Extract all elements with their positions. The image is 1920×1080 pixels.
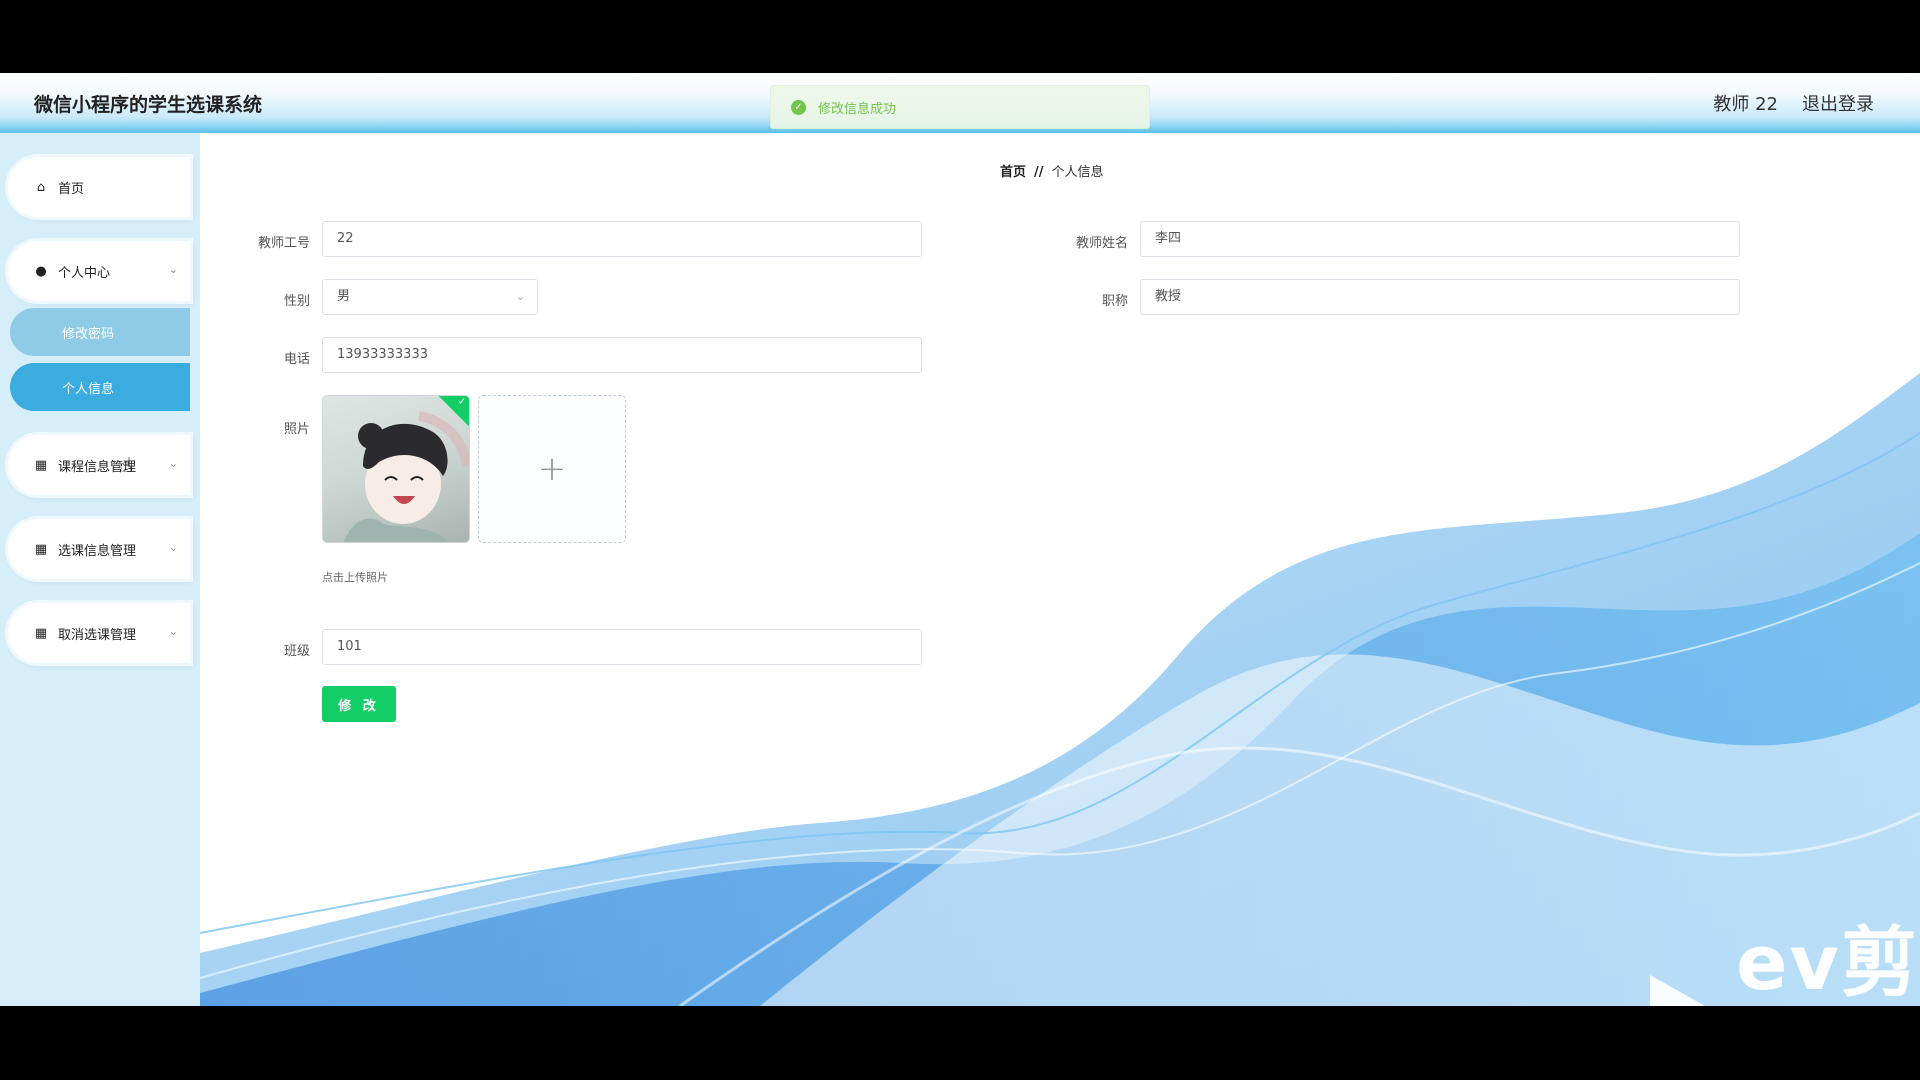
sidebar-item-label: 取消选课管理 [58, 627, 137, 643]
watermark-text: ev剪辑 [1736, 918, 1920, 1006]
chevron-down-icon: ⌄ [168, 457, 178, 470]
sidebar-subitem-label: 修改密码 [62, 326, 115, 342]
sidebar-item-label: 首页 [58, 181, 85, 197]
breadcrumb-home[interactable]: 首页 [1000, 165, 1026, 180]
app-screen: 微信小程序的学生选课系统 ✓ 修改信息成功 教师 22 退出登录 ⌂ 首页 ● … [0, 73, 1920, 1006]
gender-label: 性别 [283, 294, 310, 309]
breadcrumb-separator: // [1034, 165, 1044, 180]
teacher-name-label: 教师姓名 [1075, 236, 1128, 251]
success-toast: ✓ 修改信息成功 [770, 85, 1150, 129]
grid-icon: ▦ [34, 457, 48, 473]
sidebar-item-personal-center[interactable]: ● 个人中心 ⌄ [8, 241, 190, 301]
current-user-label: 教师 22 [1713, 94, 1778, 115]
sidebar-subitem-change-password[interactable]: 修改密码 [10, 308, 190, 356]
sidebar-item-selection-management[interactable]: ▦ 选课信息管理 ⌄ [8, 519, 190, 579]
class-label: 班级 [283, 644, 310, 659]
grid-icon: ▦ [34, 541, 48, 557]
main-content: 首页 // 个人信息 教师工号 22 教师姓名 李四 性别 男 ⌄ 职称 教授 电话… [200, 133, 1920, 1006]
success-check-icon: ✓ [791, 99, 806, 115]
sidebar-subitem-personal-info[interactable]: 个人信息 [10, 363, 190, 411]
sidebar-item-home[interactable]: ⌂ 首页 [8, 157, 190, 217]
play-logo-icon [1650, 975, 1714, 1006]
teacher-id-input[interactable]: 22 [322, 221, 922, 257]
sidebar-subitem-label: 个人信息 [62, 381, 115, 397]
teacher-name-input[interactable]: 李四 [1140, 221, 1740, 257]
chevron-down-icon: ⌄ [515, 290, 525, 303]
phone-label: 电话 [283, 352, 310, 367]
avatar-illustration [343, 411, 469, 542]
letterbox-bottom [0, 1006, 1920, 1080]
letterbox-top [0, 0, 1920, 73]
app-title: 微信小程序的学生选课系统 [34, 94, 263, 116]
submit-button[interactable]: 修 改 [322, 686, 396, 722]
mouse-cursor-icon: ☝ [120, 453, 133, 477]
gender-value: 男 [337, 289, 351, 304]
sidebar-item-label: 个人中心 [58, 265, 111, 281]
video-watermark: ev剪辑 [1650, 918, 1920, 1006]
sidebar-item-course-management[interactable]: ▦ 课程信息管理 ⌄ [8, 435, 190, 495]
sidebar-item-label: 选课信息管理 [58, 543, 137, 559]
sidebar-item-cancel-management[interactable]: ▦ 取消选课管理 ⌄ [8, 603, 190, 663]
upload-photo-button[interactable]: + [478, 395, 626, 543]
logout-link[interactable]: 退出登录 [1802, 90, 1874, 116]
wave-background [200, 373, 1920, 1006]
title-label: 职称 [1101, 294, 1128, 309]
grid-icon: ▦ [34, 625, 48, 641]
photo-label: 照片 [283, 422, 310, 437]
plus-icon: + [537, 449, 567, 489]
phone-input[interactable]: 13933333333 [322, 337, 922, 373]
sidebar: ⌂ 首页 ● 个人中心 ⌄ 修改密码 个人信息 ▦ 课程信息管理 ⌄ ▦ 选课信… [0, 133, 200, 1006]
chevron-down-icon: ⌄ [168, 541, 178, 554]
title-input[interactable]: 教授 [1140, 279, 1740, 315]
class-input[interactable]: 101 [322, 629, 922, 665]
check-icon: ✓ [457, 396, 467, 408]
home-icon: ⌂ [36, 179, 46, 195]
toast-message: 修改信息成功 [818, 101, 897, 117]
teacher-id-label: 教师工号 [257, 236, 310, 251]
user-icon: ● [35, 263, 47, 279]
uploaded-photo-thumbnail[interactable]: ✓ [322, 395, 470, 543]
upload-tip: 点击上传照片 [322, 571, 388, 584]
chevron-down-icon: ⌄ [168, 625, 178, 638]
breadcrumb: 首页 // 个人信息 [1000, 161, 1104, 180]
breadcrumb-current: 个人信息 [1051, 165, 1104, 180]
top-header: 微信小程序的学生选课系统 ✓ 修改信息成功 教师 22 退出登录 [0, 73, 1920, 133]
gender-select[interactable]: 男 ⌄ [322, 279, 538, 315]
chevron-down-icon: ⌄ [168, 263, 178, 276]
